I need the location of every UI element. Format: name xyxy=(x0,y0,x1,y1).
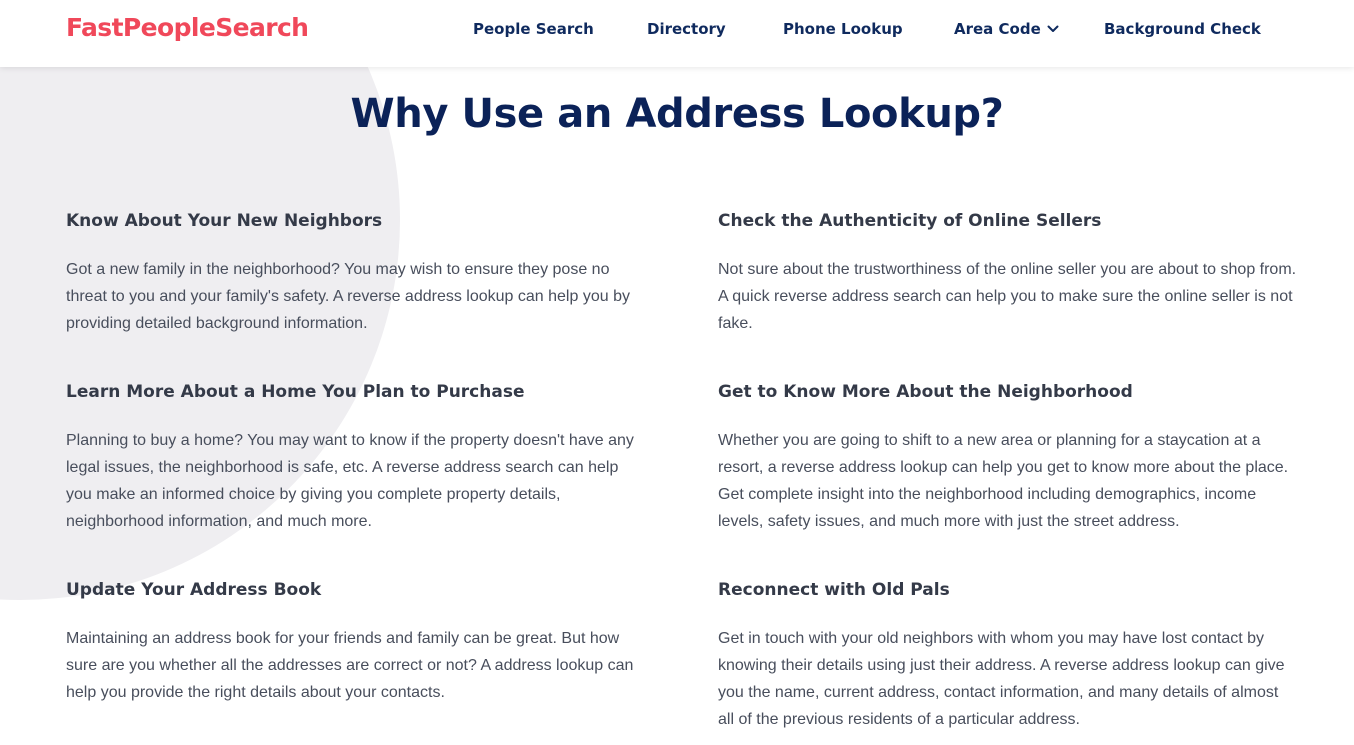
section-neighborhood: Get to Know More About the Neighborhood … xyxy=(718,382,1298,535)
section-text: Get in touch with your old neighbors wit… xyxy=(718,630,1285,728)
main-content: Why Use an Address Lookup? Know About Yo… xyxy=(0,67,1354,745)
section-text: Not sure about the trustworthiness of th… xyxy=(718,261,1297,332)
section-address-book: Update Your Address Book Maintaining an … xyxy=(66,580,646,706)
section-new-neighbors: Know About Your New Neighbors Got a new … xyxy=(66,211,646,337)
section-heading: Know About Your New Neighbors xyxy=(66,211,383,231)
nav-area-code[interactable]: Area Code xyxy=(954,20,1059,38)
section-online-sellers: Check the Authenticity of Online Sellers… xyxy=(718,211,1298,337)
section-heading: Update Your Address Book xyxy=(66,580,322,600)
section-heading: Get to Know More About the Neighborhood xyxy=(718,382,1133,402)
section-text: Whether you are going to shift to a new … xyxy=(718,432,1289,530)
section-heading: Check the Authenticity of Online Sellers xyxy=(718,211,1102,231)
site-header: FastPeopleSearch People Search Directory… xyxy=(0,0,1354,67)
section-heading: Learn More About a Home You Plan to Purc… xyxy=(66,382,525,402)
nav-phone-lookup[interactable]: Phone Lookup xyxy=(783,20,903,38)
page-title: Why Use an Address Lookup? xyxy=(350,91,1004,137)
site-logo[interactable]: FastPeopleSearch xyxy=(66,13,309,42)
section-text: Got a new family in the neighborhood? Yo… xyxy=(66,261,630,332)
nav-background-check[interactable]: Background Check xyxy=(1104,20,1261,38)
section-old-pals: Reconnect with Old Pals Get in touch wit… xyxy=(718,580,1298,733)
nav-people-search[interactable]: People Search xyxy=(473,20,594,38)
chevron-down-icon xyxy=(1047,19,1059,37)
nav-directory[interactable]: Directory xyxy=(647,20,726,38)
section-text: Planning to buy a home? You may want to … xyxy=(66,432,634,530)
page: FastPeopleSearch People Search Directory… xyxy=(0,0,1354,745)
section-home-purchase: Learn More About a Home You Plan to Purc… xyxy=(66,382,646,535)
nav-area-code-label: Area Code xyxy=(954,20,1041,38)
section-heading: Reconnect with Old Pals xyxy=(718,580,950,600)
section-text: Maintaining an address book for your fri… xyxy=(66,630,634,701)
